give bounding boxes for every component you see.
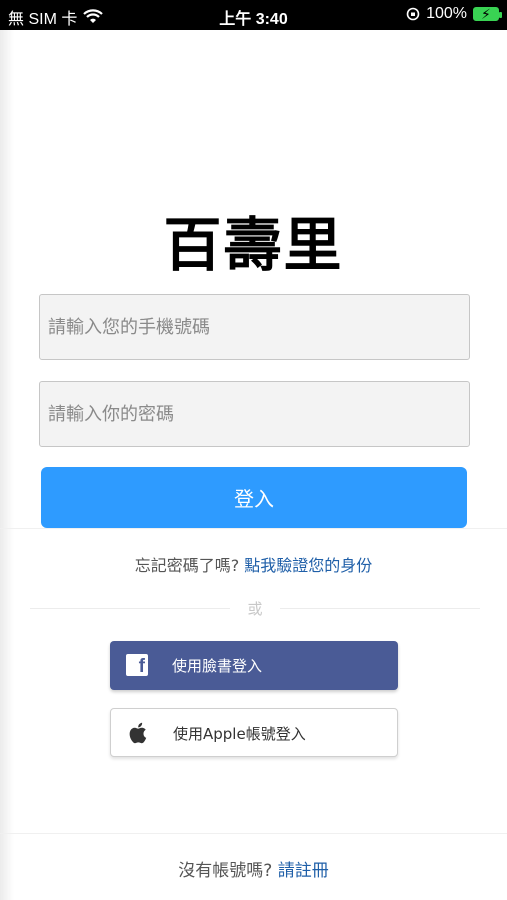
battery-icon: ⚡	[473, 6, 502, 22]
forgot-password-prompt: 忘記密碼了嗎?	[134, 556, 240, 575]
status-bar: 無 SIM 卡 上午 3:40 100% ⚡	[0, 0, 507, 30]
left-edge-shadow	[0, 30, 14, 900]
phone-input[interactable]	[40, 295, 469, 359]
password-field[interactable]	[39, 381, 470, 447]
battery-percent: 100%	[426, 5, 467, 22]
apple-icon	[129, 722, 147, 744]
facebook-icon: f	[126, 654, 148, 677]
orientation-lock-icon	[406, 7, 420, 21]
login-button[interactable]: 登入	[41, 467, 467, 528]
status-right: 100% ⚡	[406, 5, 502, 23]
password-input[interactable]	[40, 382, 469, 446]
phone-field[interactable]	[39, 294, 470, 360]
signup-prompt: 沒有帳號嗎?	[178, 861, 273, 881]
facebook-login-label: 使用臉書登入	[172, 657, 263, 675]
login-button-label: 登入	[234, 487, 274, 511]
section-divider	[0, 528, 507, 529]
verify-identity-link[interactable]: 點我驗證您的身份	[244, 556, 372, 575]
apple-login-label: 使用Apple帳號登入	[173, 725, 306, 743]
footer-divider	[0, 833, 507, 834]
or-separator: 或	[30, 598, 480, 618]
apple-login-button[interactable]: 使用Apple帳號登入	[110, 708, 398, 757]
forgot-password-row: 忘記密碼了嗎? 點我驗證您的身份	[0, 552, 507, 576]
or-line-right	[280, 608, 480, 609]
register-link[interactable]: 請註冊	[278, 861, 329, 881]
app-title: 百壽里	[163, 211, 344, 279]
facebook-login-button[interactable]: f 使用臉書登入	[110, 641, 398, 690]
signup-row: 沒有帳號嗎? 請註冊	[0, 856, 507, 881]
